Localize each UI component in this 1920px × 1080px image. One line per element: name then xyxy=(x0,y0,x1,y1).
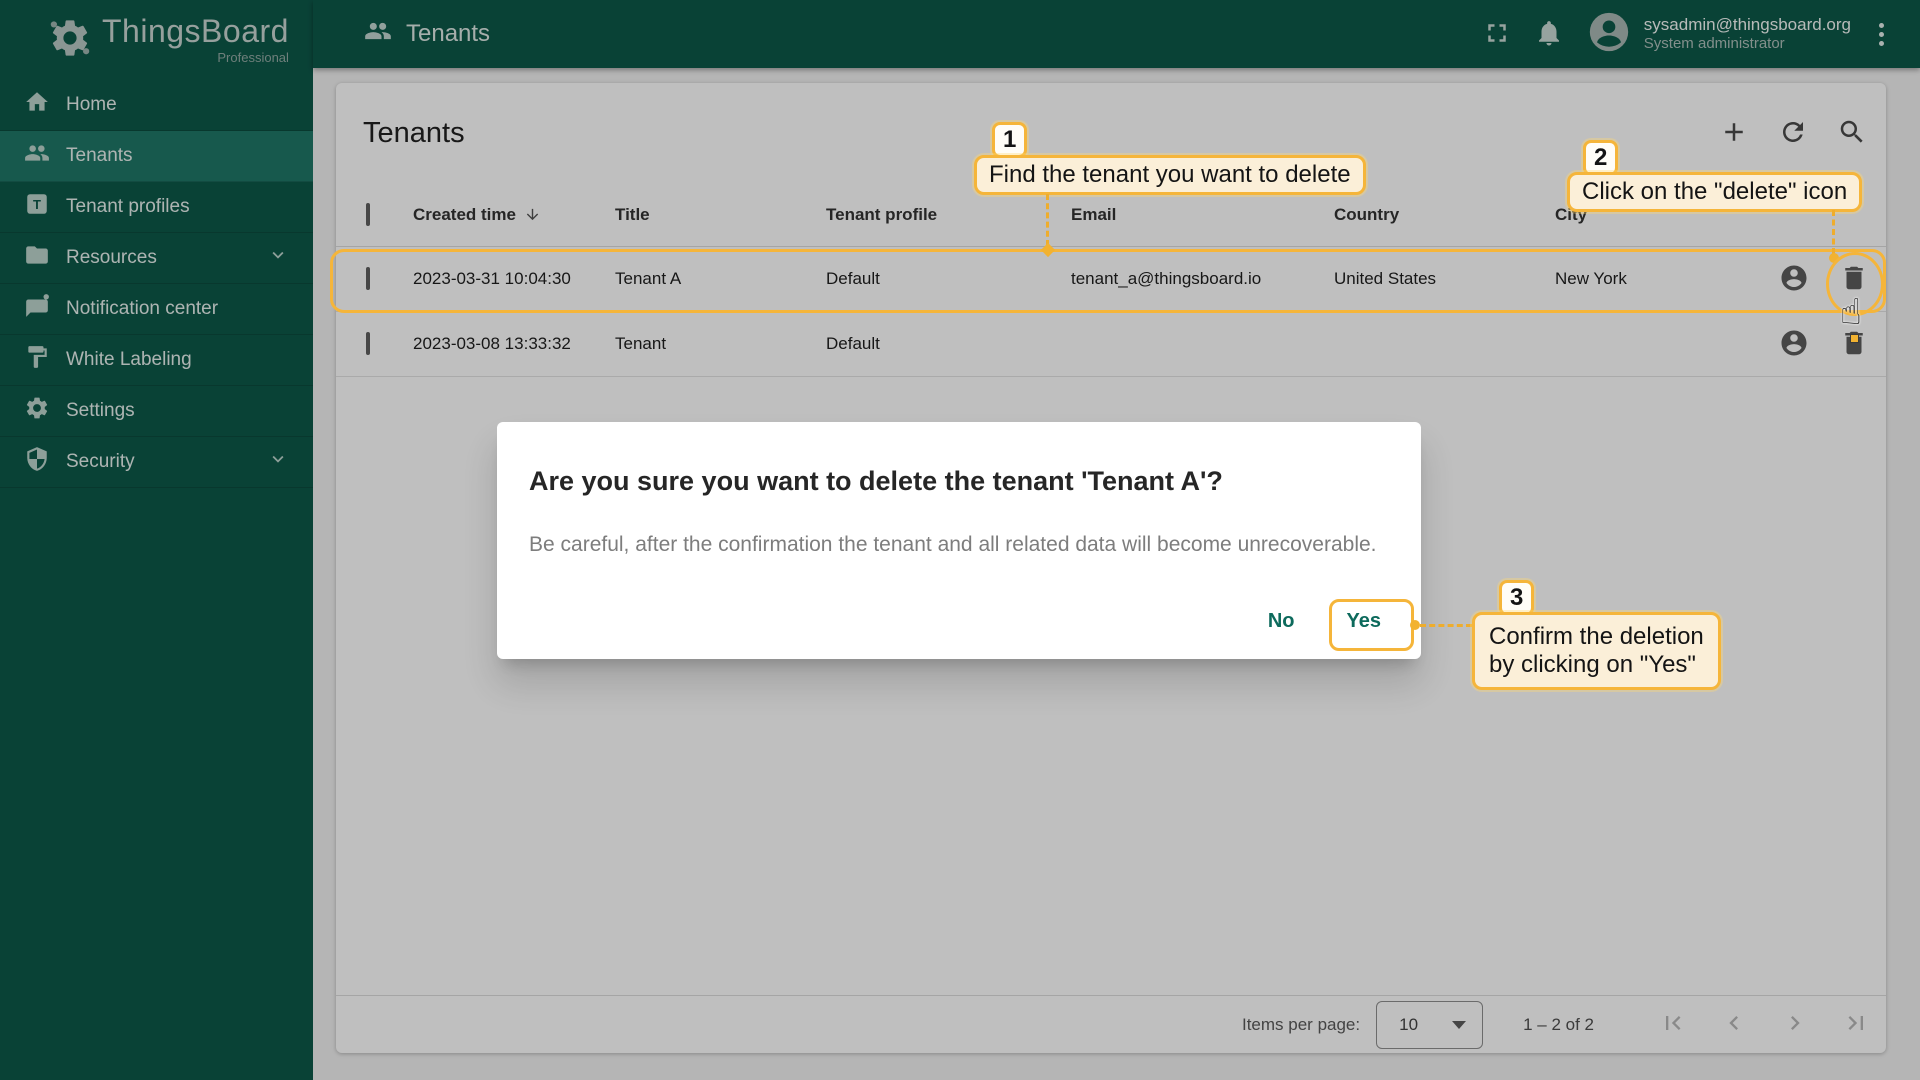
cursor-accent-square xyxy=(1850,334,1859,343)
step-3-connector xyxy=(1420,624,1472,627)
step-2-badge: 2 xyxy=(1583,140,1619,176)
step-1-callout: Find the tenant you want to delete xyxy=(974,155,1366,195)
delete-confirm-dialog: Are you sure you want to delete the tena… xyxy=(497,422,1421,659)
cursor-icon: ☝ xyxy=(1840,292,1862,333)
step-3-callout: Confirm the deletion by clicking on "Yes… xyxy=(1472,612,1721,690)
step-2-callout: Click on the "delete" icon xyxy=(1567,172,1863,212)
step-3-connector-dot xyxy=(1410,620,1420,630)
dialog-title: Are you sure you want to delete the tena… xyxy=(529,466,1223,496)
tenant-row-highlight xyxy=(330,249,1886,313)
step-3-line-1: Confirm the deletion xyxy=(1489,623,1704,650)
yes-button-highlight xyxy=(1329,599,1414,651)
step-2-connector xyxy=(1832,210,1835,254)
no-button[interactable]: No xyxy=(1246,598,1317,645)
step-3-badge: 3 xyxy=(1499,580,1535,616)
step-3-line-2: by clicking on "Yes" xyxy=(1489,651,1696,678)
dialog-message: Be careful, after the confirmation the t… xyxy=(529,533,1377,556)
step-1-connector xyxy=(1046,194,1049,246)
step-1-badge: 1 xyxy=(992,122,1028,158)
